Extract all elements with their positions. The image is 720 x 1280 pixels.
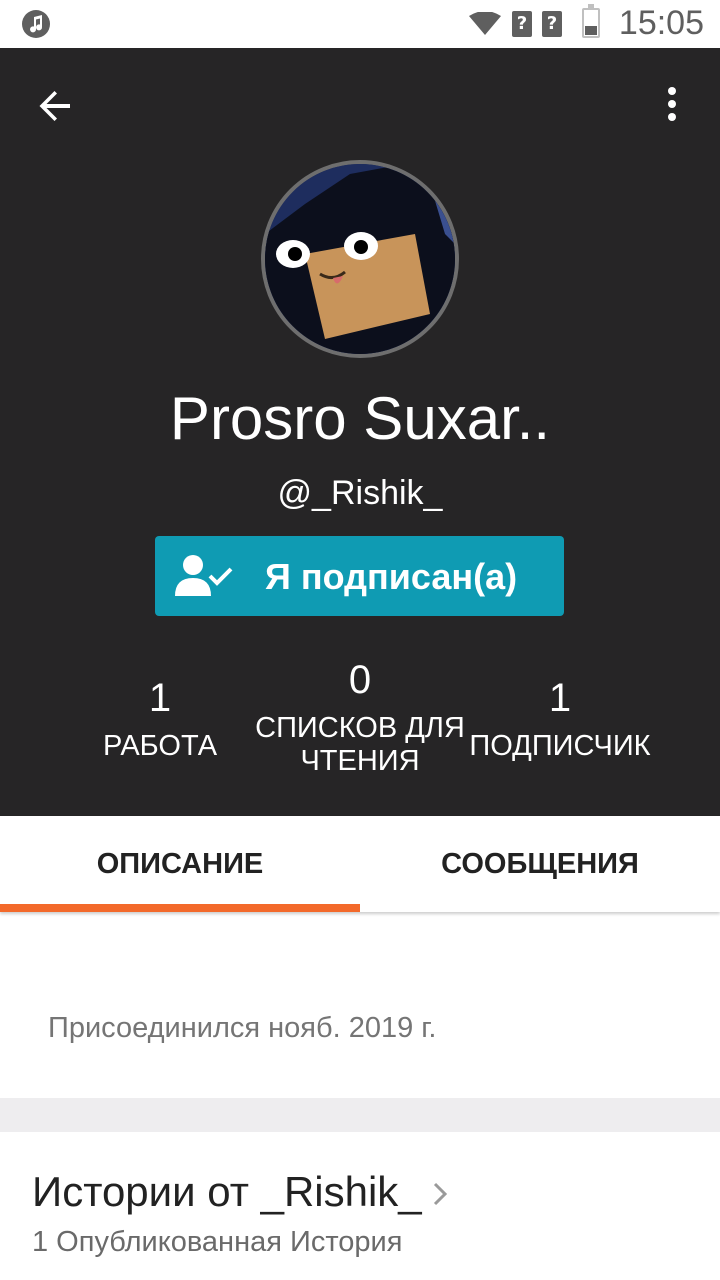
- stat-label: ПОДПИСЧИК: [469, 730, 651, 762]
- clock: 15:05: [618, 4, 704, 42]
- status-bar: ? ? 15:05: [0, 0, 720, 48]
- following-button-label: Я подписан(а): [265, 556, 518, 597]
- tab-messages[interactable]: СООБЩЕНИЯ: [360, 816, 720, 912]
- music-icon: [22, 10, 50, 38]
- username: @_Rishik_: [277, 474, 443, 512]
- section-divider: [0, 1098, 720, 1132]
- display-name: Prosro Suxar..: [169, 385, 551, 452]
- tab-about[interactable]: ОПИСАНИЕ: [0, 816, 360, 912]
- battery-icon: [582, 4, 600, 38]
- sim-label: ?: [546, 13, 558, 34]
- stat-label: СПИСКОВ ДЛЯ ЧТЕНИЯ: [255, 712, 465, 777]
- profile-header: Prosro Suxar.. @_Rishik_ Я подписан(а) 1…: [0, 48, 720, 816]
- chevron-right-icon[interactable]: [430, 1180, 450, 1208]
- following-button[interactable]: Я подписан(а): [155, 536, 564, 616]
- active-tab-indicator: [0, 904, 360, 912]
- wifi-icon: [469, 12, 501, 35]
- sim-icon: ?: [542, 11, 562, 37]
- joined-date: Присоединился нояб. 2019 г.: [48, 1012, 437, 1044]
- stories-count: 1 Опубликованная История: [32, 1226, 403, 1258]
- stat-reading-lists[interactable]: 0 СПИСКОВ ДЛЯ ЧТЕНИЯ: [255, 660, 465, 778]
- sim-icon: ?: [512, 11, 532, 37]
- more-options-icon[interactable]: [656, 82, 688, 130]
- avatar[interactable]: [261, 160, 459, 358]
- stat-value: 1: [548, 676, 572, 720]
- sim-label: ?: [516, 13, 528, 34]
- stat-followers[interactable]: 1 ПОДПИСЧИК: [455, 678, 665, 763]
- back-arrow-icon[interactable]: [32, 82, 80, 130]
- stat-works[interactable]: 1 РАБОТА: [80, 678, 240, 763]
- stat-label: РАБОТА: [102, 730, 218, 762]
- profile-tabs: ОПИСАНИЕ СООБЩЕНИЯ: [0, 816, 720, 912]
- stat-value: 0: [348, 658, 372, 702]
- stories-section-title[interactable]: Истории от _Rishik_: [32, 1168, 422, 1216]
- stat-value: 1: [148, 676, 172, 720]
- user-check-icon: [175, 555, 233, 596]
